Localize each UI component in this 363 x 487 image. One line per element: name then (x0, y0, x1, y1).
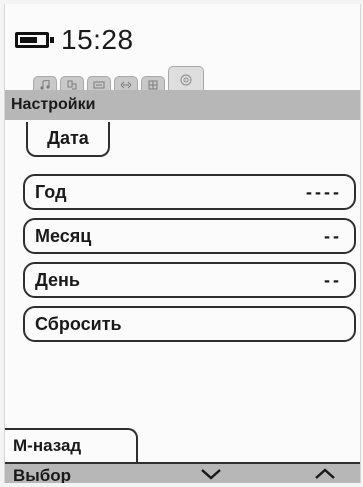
folder-icon (67, 80, 77, 90)
month-value: -- (324, 225, 342, 246)
battery-icon (15, 32, 54, 48)
year-value: ---- (306, 181, 342, 202)
month-field[interactable]: Месяц -- (23, 218, 356, 254)
device-screen: 15:28 Настройки Дата Год ---- Месяц -- Д… (4, 4, 361, 483)
month-label: Месяц (35, 225, 92, 246)
music-icon (40, 80, 50, 90)
date-subtab-label: Дата (47, 128, 89, 148)
year-field[interactable]: Год ---- (23, 174, 356, 210)
day-field[interactable]: День -- (23, 262, 356, 298)
select-softkey[interactable]: Выбор (13, 466, 71, 483)
day-value: -- (324, 269, 342, 290)
back-label: M-назад (13, 436, 82, 455)
back-button[interactable]: M-назад (5, 428, 138, 462)
link-icon (120, 81, 132, 89)
grid-icon (148, 80, 158, 90)
date-subtab[interactable]: Дата (26, 122, 110, 157)
status-bar: 15:28 (15, 20, 134, 60)
year-label: Год (35, 181, 67, 202)
softkey-bar: Выбор (5, 462, 360, 483)
clock-time: 15:28 (61, 24, 134, 55)
settings-icon (180, 74, 192, 86)
chevron-down-icon[interactable] (198, 466, 224, 482)
radio-icon (93, 81, 105, 89)
tab-strip (33, 66, 204, 93)
tab-settings[interactable] (168, 66, 204, 93)
chevron-up-icon[interactable] (312, 466, 338, 482)
page-title: Настройки (11, 96, 96, 113)
header-bar: Настройки (5, 90, 360, 120)
reset-label: Сбросить (35, 313, 122, 334)
reset-button[interactable]: Сбросить (23, 306, 356, 342)
day-label: День (35, 269, 80, 290)
